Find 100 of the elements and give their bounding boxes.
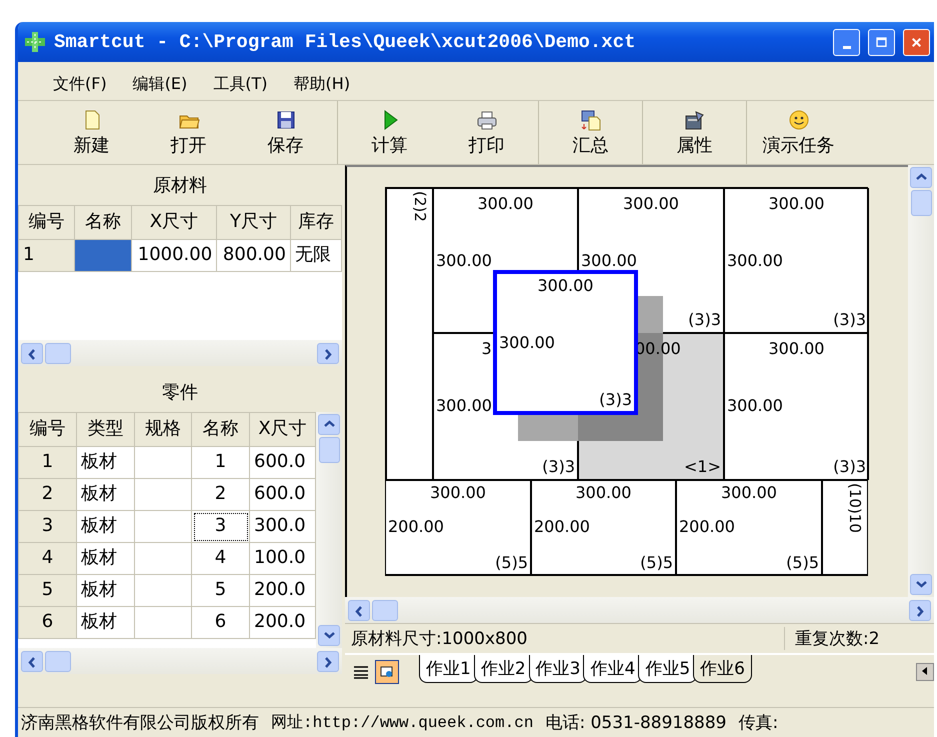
view-button[interactable] <box>375 660 399 684</box>
row-number: 1 <box>18 446 76 478</box>
tab-scroll-button[interactable] <box>916 663 934 681</box>
dimension-label: 300.00 <box>476 195 534 213</box>
scroll-thumb[interactable] <box>318 437 340 463</box>
column-header[interactable]: X尺寸 <box>131 206 217 240</box>
status-text: 原材料尺寸:1000x800 <box>351 628 528 650</box>
dimension-label: 300.00 <box>499 334 555 352</box>
toolbar-button[interactable]: 属性 <box>646 101 743 164</box>
column-header[interactable]: Y尺寸 <box>216 206 290 240</box>
panel-title: 零件 <box>161 381 199 405</box>
maximize-button[interactable] <box>868 28 895 56</box>
dimension-label: 200.00 <box>388 518 444 536</box>
column-header[interactable]: 名称 <box>192 412 250 446</box>
scroll-thumb[interactable] <box>45 342 71 364</box>
menu-item[interactable]: 工具(T) <box>210 72 271 96</box>
toolbar-button[interactable]: 演示任务 <box>750 101 847 164</box>
piece-tag: (3)3 <box>599 391 632 409</box>
sheet-tab[interactable]: 作业6 <box>693 655 752 683</box>
piece-tag: (3)3 <box>542 458 575 476</box>
toolbar-button[interactable]: 汇总 <box>542 101 639 164</box>
row-number: 6 <box>18 606 76 638</box>
column-header[interactable]: 编号 <box>18 206 75 240</box>
sheet-tab[interactable]: 作业5 <box>638 655 698 683</box>
scroll-down-button[interactable] <box>910 574 932 595</box>
toolbar-button[interactable]: 打开 <box>140 101 237 164</box>
row-number: 5 <box>18 574 76 606</box>
scroll-down-button[interactable] <box>318 625 340 646</box>
table-cell: 板材 <box>76 446 134 478</box>
dimension-label: 300.00 <box>536 277 594 295</box>
scroll-left-button[interactable] <box>21 650 43 672</box>
scroll-up-button[interactable] <box>318 414 340 435</box>
toolbar-button[interactable]: 计算 <box>341 101 438 164</box>
close-button[interactable] <box>903 28 930 56</box>
dimension-label: 300.00 <box>720 484 778 502</box>
scroll-thumb[interactable] <box>45 650 71 672</box>
documents-icon <box>580 108 602 130</box>
table-cell: 1 <box>192 446 250 478</box>
row-number: 1 <box>18 240 75 272</box>
sheet-tab[interactable]: 作业1 <box>419 655 478 683</box>
column-header[interactable]: 类型 <box>76 412 134 446</box>
table-cell: 5 <box>192 574 250 606</box>
window-title: Smartcut - C:\Program Files\Queek\xcut2006\Demo.xct <box>54 31 636 53</box>
scroll-left-button[interactable] <box>21 342 43 364</box>
table-cell: 板材 <box>76 606 134 638</box>
menu-item[interactable]: 编辑(E) <box>130 72 190 96</box>
phone-text: 电话: 0531-88918889 <box>545 712 726 734</box>
dragged-piece[interactable]: 300.00 300.00 (3)3 <box>493 270 638 415</box>
fax-text: 传真: <box>738 712 778 734</box>
dimension-label: 300.00 <box>429 484 487 502</box>
dimension-label: 300.00 <box>436 252 492 270</box>
minimize-button[interactable] <box>833 28 860 56</box>
scroll-right-button[interactable] <box>317 650 339 672</box>
sheet-tab[interactable]: 作业3 <box>528 655 588 683</box>
dimension-label: 300.00 <box>727 252 783 270</box>
piece-tag: (5)5 <box>640 554 673 572</box>
dimension-label: 300.00 <box>768 340 826 358</box>
scroll-right-button[interactable] <box>909 600 931 620</box>
sheet-tab[interactable]: 作业2 <box>474 655 533 683</box>
column-header[interactable]: 编号 <box>18 412 76 446</box>
list-icon[interactable] <box>353 665 369 679</box>
toolbar-button[interactable]: 保存 <box>237 101 334 164</box>
table-cell: 1000.00 <box>131 240 217 272</box>
toolbar-button[interactable]: 新建 <box>43 101 140 164</box>
piece-tag: (5)5 <box>786 554 819 572</box>
app-icon <box>24 31 46 53</box>
scroll-left-button[interactable] <box>348 600 370 620</box>
column-header[interactable]: X尺寸 <box>250 412 316 446</box>
smiley-icon <box>788 108 810 130</box>
piece-tag: (3)3 <box>833 458 866 476</box>
window-icon <box>380 666 394 678</box>
scroll-thumb[interactable] <box>372 600 398 620</box>
column-header[interactable]: 库存 <box>290 206 342 240</box>
menu-item[interactable]: 帮助(H) <box>290 72 354 96</box>
dimension-label: 200.00 <box>534 518 590 536</box>
table-cell: 2 <box>192 478 250 510</box>
dimension-label: 300.00 <box>581 252 637 270</box>
table-cell: 板材 <box>76 478 134 510</box>
piece-tag: <1> <box>684 458 721 476</box>
dimension-label: 300.00 <box>768 195 826 213</box>
table-cell: 板材 <box>76 542 134 574</box>
scroll-up-button[interactable] <box>910 167 932 188</box>
table-cell: 4 <box>192 542 250 574</box>
status-text: 重复次数:2 <box>784 627 934 650</box>
copyright-text: 济南黑格软件有限公司版权所有 <box>21 712 259 734</box>
scroll-thumb[interactable] <box>910 190 932 216</box>
menu-item[interactable]: 文件(F) <box>50 72 110 96</box>
row-number: 3 <box>18 510 76 542</box>
table-cell: 6 <box>192 606 250 638</box>
column-header[interactable]: 规格 <box>134 412 192 446</box>
sheet-tab[interactable]: 作业4 <box>583 655 642 683</box>
column-header[interactable]: 名称 <box>74 206 132 240</box>
window-icon <box>684 108 706 130</box>
scroll-right-button[interactable] <box>317 342 339 364</box>
toolbar-button[interactable]: 打印 <box>438 101 535 164</box>
table-cell: 板材 <box>76 574 134 606</box>
table-cell: 无限 <box>290 240 342 272</box>
printer-icon <box>476 108 498 130</box>
piece-tag: (3)3 <box>833 311 866 329</box>
dimension-label: 300.00 <box>622 195 680 213</box>
